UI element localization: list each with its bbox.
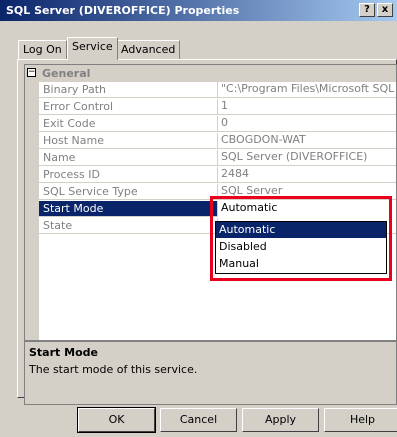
help-question-icon[interactable]: ? [359, 3, 375, 17]
window-title: SQL Server (DIVEROFFICE) Properties [6, 4, 240, 17]
property-value: 0 [217, 116, 396, 132]
tab-label: Log On [23, 43, 62, 56]
property-name: Process ID [43, 168, 100, 181]
property-row-start-mode[interactable]: Start Mode Automatic ▼ [39, 201, 396, 217]
description-panel: Start Mode The start mode of this servic… [24, 341, 397, 405]
tab-log-on[interactable]: Log On [18, 40, 67, 59]
property-name: Name [43, 151, 76, 164]
property-row[interactable]: Exit Code 0 [39, 116, 396, 132]
property-row[interactable]: Binary Path "C:\Program Files\Microsoft … [39, 82, 396, 98]
property-name: Binary Path [43, 83, 107, 96]
property-value: CBOGDON-WAT [217, 133, 396, 149]
tab-label: Service [72, 40, 113, 53]
help-button[interactable]: Help [324, 408, 397, 432]
apply-button[interactable]: Apply [242, 408, 319, 432]
property-value: "C:\Program Files\Microsoft SQL Ser [217, 82, 396, 98]
ok-button[interactable]: OK [77, 407, 156, 433]
tab-service[interactable]: Service [67, 37, 118, 60]
cancel-button[interactable]: Cancel [160, 408, 237, 432]
title-bar[interactable]: SQL Server (DIVEROFFICE) Properties ? x [0, 0, 397, 21]
collapse-toggle-icon[interactable]: − [27, 68, 36, 77]
grid-gutter [25, 65, 39, 340]
property-name: Host Name [43, 134, 104, 147]
property-value: 1 [217, 99, 396, 115]
property-name: State [43, 219, 73, 232]
description-text: The start mode of this service. [29, 363, 198, 376]
start-mode-combo[interactable]: Automatic ▼ [217, 201, 396, 217]
dropdown-option-automatic[interactable]: Automatic [216, 222, 386, 238]
property-name: Exit Code [43, 117, 96, 130]
category-general[interactable]: − General [25, 65, 396, 82]
property-name: Error Control [43, 100, 114, 113]
property-value: SQL Server [217, 184, 396, 200]
tab-label: Advanced [121, 43, 176, 56]
property-row[interactable]: Name SQL Server (DIVEROFFICE) [39, 150, 396, 166]
dropdown-option-manual[interactable]: Manual [216, 256, 386, 272]
property-value: 2484 [217, 167, 396, 183]
property-row[interactable]: Error Control 1 [39, 99, 396, 115]
property-row[interactable]: SQL Service Type SQL Server [39, 184, 396, 200]
dropdown-option-disabled[interactable]: Disabled [216, 239, 386, 255]
property-value: SQL Server (DIVEROFFICE) [217, 150, 396, 166]
start-mode-value: Automatic [221, 201, 278, 214]
start-mode-dropdown[interactable]: Automatic Disabled Manual [215, 221, 387, 274]
properties-dialog: SQL Server (DIVEROFFICE) Properties ? x … [0, 0, 397, 437]
property-row[interactable]: Process ID 2484 [39, 167, 396, 183]
property-grid[interactable]: − General Binary Path "C:\Program Files\… [24, 64, 397, 341]
property-name: SQL Service Type [43, 185, 138, 198]
property-row[interactable]: Host Name CBOGDON-WAT [39, 133, 396, 149]
property-name: Start Mode [43, 202, 104, 215]
close-icon[interactable]: x [377, 3, 393, 17]
category-label: General [42, 67, 91, 80]
description-title: Start Mode [29, 346, 98, 359]
tab-advanced[interactable]: Advanced [116, 40, 181, 59]
